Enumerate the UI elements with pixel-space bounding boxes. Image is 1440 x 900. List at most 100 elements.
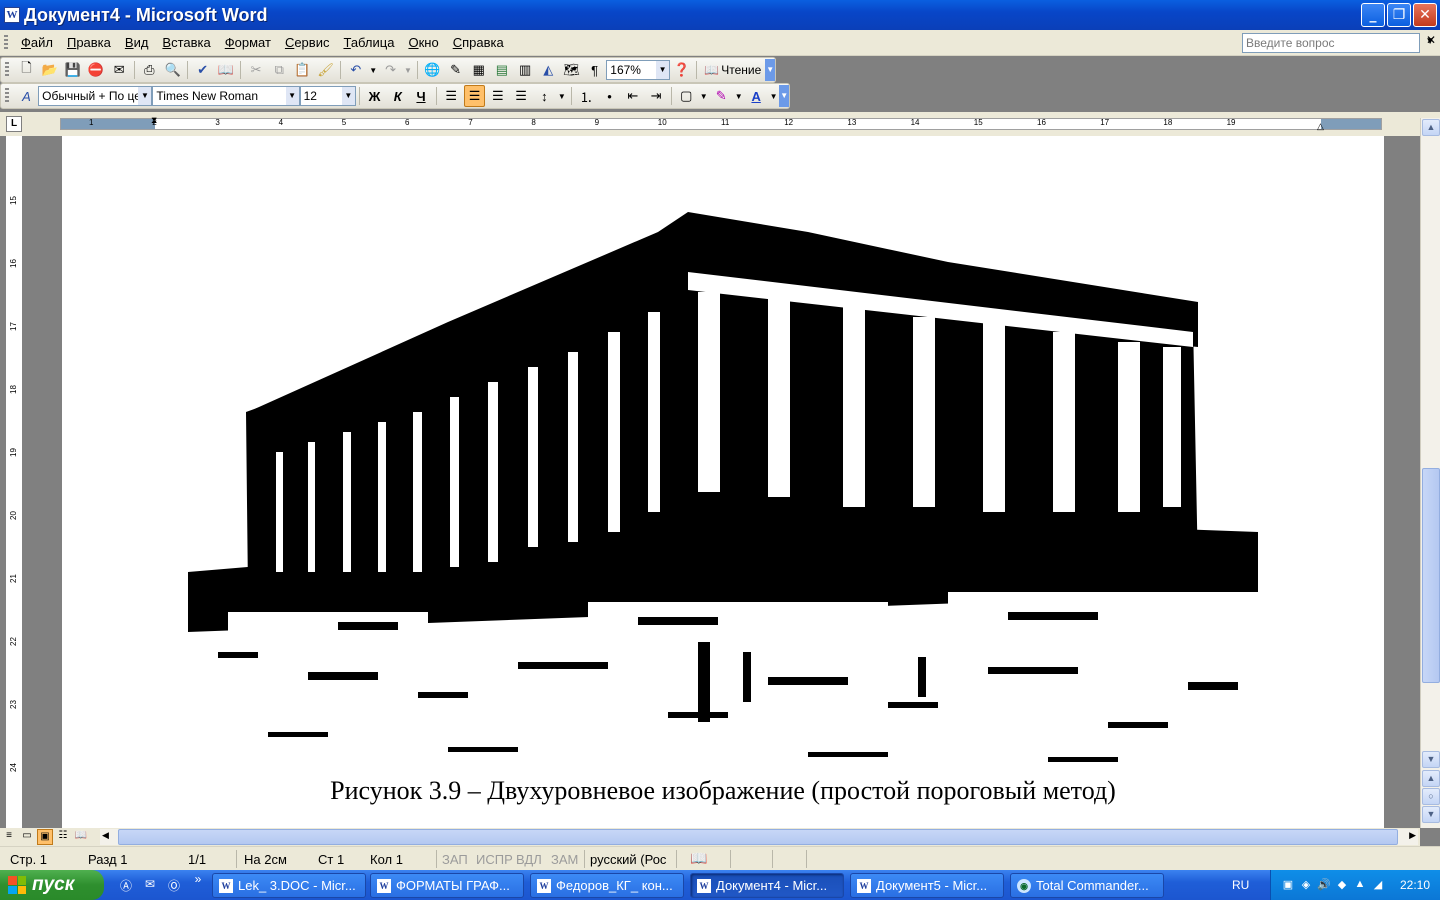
insert-table-icon[interactable]: ▦ xyxy=(468,59,489,81)
increase-indent-icon[interactable]: ⇥ xyxy=(645,85,666,107)
tray-network-icon[interactable]: ◈ xyxy=(1299,878,1313,892)
print-layout-icon[interactable]: ▣ xyxy=(37,829,53,845)
taskbar-button[interactable]: W ФОРМАТЫ ГРАФ... xyxy=(370,873,524,898)
close-button[interactable]: ✕ xyxy=(1413,3,1437,27)
quicklaunch-messenger-icon[interactable]: ✉ xyxy=(142,877,158,893)
taskbar-button[interactable]: W Документ5 - Micr... xyxy=(850,873,1004,898)
tab-selector[interactable]: L xyxy=(6,116,22,132)
menu-view[interactable]: Вид xyxy=(118,32,156,53)
border-dropdown-icon[interactable]: ▼ xyxy=(699,85,709,107)
scroll-up-icon[interactable]: ▲ xyxy=(1422,119,1440,136)
clock[interactable]: 22:10 xyxy=(1400,878,1430,892)
ask-question-input[interactable]: Введите вопрос ▼ xyxy=(1242,33,1435,53)
chevron-down-icon[interactable]: ▼ xyxy=(285,87,299,105)
menu-format[interactable]: Формат xyxy=(218,32,278,53)
italic-button[interactable]: К xyxy=(387,85,408,107)
outline-view-icon[interactable]: ☷ xyxy=(55,829,71,845)
maximize-button[interactable]: ❐ xyxy=(1387,3,1411,27)
scroll-left-icon[interactable]: ◀ xyxy=(102,830,109,841)
underline-button[interactable]: Ч xyxy=(410,85,431,107)
align-left-icon[interactable]: ☰ xyxy=(441,85,462,107)
drawing-icon[interactable]: ◭ xyxy=(538,59,559,81)
minimize-button[interactable]: _ xyxy=(1361,3,1385,27)
spelling-icon[interactable]: ✔ xyxy=(192,59,213,81)
close-document-icon[interactable]: ✕ xyxy=(1426,33,1436,47)
columns-icon[interactable]: ▥ xyxy=(515,59,536,81)
tray-antivirus-icon[interactable]: ▲ xyxy=(1353,878,1367,892)
menu-help[interactable]: Справка xyxy=(446,32,511,53)
font-color-icon[interactable]: A xyxy=(746,85,767,107)
save-icon[interactable]: 💾 xyxy=(62,59,83,81)
taskbar-button[interactable]: W Документ4 - Micr... xyxy=(690,873,844,898)
bold-button[interactable]: Ж xyxy=(364,85,385,107)
font-color-dropdown-icon[interactable]: ▼ xyxy=(769,85,779,107)
web-layout-icon[interactable]: ▭ xyxy=(19,829,35,845)
bullets-icon[interactable]: • xyxy=(599,85,620,107)
paste-icon[interactable]: 📋 xyxy=(292,59,313,81)
document-map-icon[interactable]: 🗺 xyxy=(561,59,582,81)
redo-icon[interactable]: ↷ xyxy=(380,59,401,81)
format-painter-icon[interactable]: 🖌 xyxy=(315,59,336,81)
justify-icon[interactable]: ☰ xyxy=(510,85,531,107)
tray-shield-icon[interactable]: ◆ xyxy=(1335,878,1349,892)
print-icon[interactable]: ⎙ xyxy=(139,59,160,81)
word-app-icon[interactable]: W xyxy=(4,7,20,23)
next-page-icon[interactable]: ▼ xyxy=(1422,806,1440,823)
cut-icon[interactable]: ✂ xyxy=(245,59,266,81)
font-select[interactable]: Times New Roman ▼ xyxy=(152,86,300,106)
vertical-scrollbar[interactable]: ▲ ▼ ▲ ○ ▼ xyxy=(1420,118,1440,828)
language-indicator[interactable]: RU xyxy=(1232,878,1249,892)
menu-window[interactable]: Окно xyxy=(401,32,445,53)
new-icon[interactable]: 🗋 xyxy=(16,59,37,81)
toolbar-grip[interactable] xyxy=(5,88,9,104)
figure-caption[interactable]: Рисунок 3.9 – Двухуровневое изображение … xyxy=(62,776,1384,806)
scroll-right-icon[interactable]: ▶ xyxy=(1409,830,1416,841)
menu-edit[interactable]: Правка xyxy=(60,32,118,53)
research-icon[interactable]: 📖 xyxy=(215,59,236,81)
quicklaunch-app-icon[interactable]: Ⓐ xyxy=(118,877,134,893)
volume-icon[interactable]: 🔊 xyxy=(1317,878,1331,892)
vertical-ruler[interactable]: 15 16 17 18 19 20 21 22 23 24 xyxy=(6,136,22,828)
toolbar-options-icon[interactable]: ▼ xyxy=(779,85,790,107)
reading-layout-icon[interactable]: 📖 xyxy=(73,829,89,845)
quicklaunch-opera-icon[interactable]: Ⓞ xyxy=(166,877,182,893)
right-indent-marker[interactable]: △ xyxy=(1317,121,1324,132)
quicklaunch-more-icon[interactable]: » xyxy=(190,872,206,888)
highlight-icon[interactable]: ✎ xyxy=(711,85,732,107)
menu-table[interactable]: Таблица xyxy=(336,32,401,53)
scroll-down-icon[interactable]: ▼ xyxy=(1422,751,1440,768)
zoom-select[interactable]: 167% ▼ xyxy=(606,60,671,80)
line-spacing-dropdown-icon[interactable]: ▼ xyxy=(557,85,567,107)
status-language[interactable]: русский (Рос xyxy=(590,852,666,867)
redo-dropdown-icon[interactable]: ▼ xyxy=(403,59,413,81)
chevron-down-icon[interactable]: ▼ xyxy=(341,87,355,105)
permission-icon[interactable]: ⛔ xyxy=(85,59,106,81)
decrease-indent-icon[interactable]: ⇤ xyxy=(622,85,643,107)
insert-excel-icon[interactable]: ▤ xyxy=(491,59,512,81)
first-line-indent-marker[interactable]: ⧗ xyxy=(151,115,157,126)
toolbar-grip[interactable] xyxy=(5,62,9,78)
show-formatting-icon[interactable]: ¶ xyxy=(584,59,605,81)
horizontal-scrollbar[interactable]: ◀ ▶ xyxy=(100,829,1418,845)
menu-file[interactable]: Файл xyxy=(14,32,60,53)
undo-dropdown-icon[interactable]: ▼ xyxy=(368,59,378,81)
style-select[interactable]: Обычный + По це ▼ xyxy=(38,86,153,106)
vertical-scroll-thumb[interactable] xyxy=(1422,468,1440,683)
chevron-down-icon[interactable]: ▼ xyxy=(138,87,152,105)
status-record[interactable]: ЗАП xyxy=(442,852,468,867)
normal-view-icon[interactable]: ≡ xyxy=(1,829,17,845)
taskbar-button[interactable]: W Lek_ 3.DOC - Micr... xyxy=(212,873,366,898)
font-size-select[interactable]: 12 ▼ xyxy=(299,86,356,106)
styles-icon[interactable]: A xyxy=(16,85,37,107)
reading-button[interactable]: 📖 Чтение xyxy=(700,63,765,77)
taskbar-button[interactable]: W Федоров_КГ_ кон... xyxy=(530,873,684,898)
copy-icon[interactable]: ⧉ xyxy=(269,59,290,81)
chevron-down-icon[interactable]: ▼ xyxy=(656,61,670,79)
horizontal-scroll-thumb[interactable] xyxy=(118,829,1398,845)
align-center-icon[interactable]: ☰ xyxy=(463,85,486,107)
tables-borders-icon[interactable]: ✎ xyxy=(445,59,466,81)
status-extend[interactable]: ВДЛ xyxy=(516,852,542,867)
horizontal-ruler[interactable]: 1 2 3 4 5 6 7 8 9 10 11 12 13 14 15 16 17 18 19 ⧗ △ xyxy=(60,115,1382,132)
email-icon[interactable]: ✉ xyxy=(109,59,130,81)
highlight-dropdown-icon[interactable]: ▼ xyxy=(734,85,744,107)
